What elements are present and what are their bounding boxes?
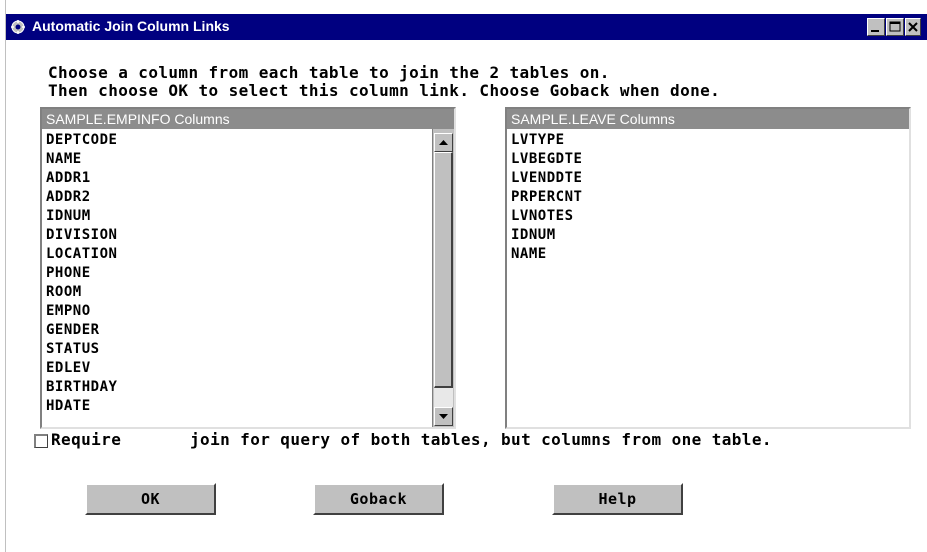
list-item[interactable]: NAME xyxy=(511,245,582,264)
list-item[interactable]: STATUS xyxy=(46,340,117,359)
goback-button[interactable]: Goback xyxy=(313,483,444,515)
list-item[interactable]: LOCATION xyxy=(46,245,117,264)
list-item[interactable]: DEPTCODE xyxy=(46,131,117,150)
close-button[interactable] xyxy=(905,18,921,36)
title-bar[interactable]: Automatic Join Column Links xyxy=(6,14,927,40)
list-item[interactable]: EDLEV xyxy=(46,359,117,378)
list-item[interactable]: ROOM xyxy=(46,283,117,302)
maximize-icon xyxy=(889,21,901,32)
window-left-edge xyxy=(0,0,6,552)
list-item[interactable]: HDATE xyxy=(46,397,117,416)
app-icon xyxy=(10,19,26,35)
list-item[interactable]: BIRTHDAY xyxy=(46,378,117,397)
scroll-thumb[interactable] xyxy=(434,152,453,388)
ok-button[interactable]: OK xyxy=(85,483,216,515)
list-item[interactable]: PRPERCNT xyxy=(511,188,582,207)
leave-list-header: SAMPLE.LEAVE Columns xyxy=(507,109,909,129)
minimize-button[interactable] xyxy=(867,18,885,36)
list-item[interactable]: PHONE xyxy=(46,264,117,283)
require-label: Require xyxy=(51,430,122,449)
list-item[interactable]: EMPNO xyxy=(46,302,117,321)
instruction-line-2: Then choose OK to select this column lin… xyxy=(48,81,721,100)
leave-column-list: LVTYPE LVBEGDTE LVENDDTE PRPERCNT LVNOTES IDN… xyxy=(511,131,582,264)
empinfo-column-list: DEPTCODE NAME ADDR1 ADDR2 IDNUM DIVISION LOCAT… xyxy=(46,131,117,416)
list-item[interactable]: LVTYPE xyxy=(511,131,582,150)
instruction-line-1: Choose a column from each table to join … xyxy=(48,63,610,82)
list-item[interactable]: NAME xyxy=(46,150,117,169)
require-join-checkbox[interactable] xyxy=(34,434,48,448)
close-icon xyxy=(908,22,918,32)
list-item[interactable]: LVNOTES xyxy=(511,207,582,226)
list-item[interactable]: LVBEGDTE xyxy=(511,150,582,169)
list-item[interactable]: IDNUM xyxy=(46,207,117,226)
scroll-down-button[interactable] xyxy=(434,407,453,426)
minimize-icon xyxy=(871,30,879,32)
empinfo-list-header: SAMPLE.EMPINFO Columns xyxy=(42,109,454,129)
empinfo-scrollbar[interactable] xyxy=(432,129,454,427)
list-item[interactable]: DIVISION xyxy=(46,226,117,245)
list-item[interactable]: ADDR1 xyxy=(46,169,117,188)
leave-columns-listbox[interactable]: SAMPLE.LEAVE Columns LVTYPE LVBEGDTE LVEND… xyxy=(505,107,911,429)
require-description: join for query of both tables, but colum… xyxy=(190,430,772,449)
window-title: Automatic Join Column Links xyxy=(32,18,230,34)
arrow-up-icon xyxy=(439,140,448,145)
maximize-button[interactable] xyxy=(886,18,904,36)
join-column-links-window: Automatic Join Column Links Choose a col… xyxy=(0,0,927,552)
list-item[interactable]: LVENDDTE xyxy=(511,169,582,188)
list-item[interactable]: GENDER xyxy=(46,321,117,340)
empinfo-columns-listbox[interactable]: SAMPLE.EMPINFO Columns DEPTCODE NAME ADDR1… xyxy=(40,107,456,429)
help-button[interactable]: Help xyxy=(552,483,683,515)
list-item[interactable]: IDNUM xyxy=(511,226,582,245)
list-item[interactable]: ADDR2 xyxy=(46,188,117,207)
scroll-up-button[interactable] xyxy=(434,133,453,152)
arrow-down-icon xyxy=(439,414,448,419)
